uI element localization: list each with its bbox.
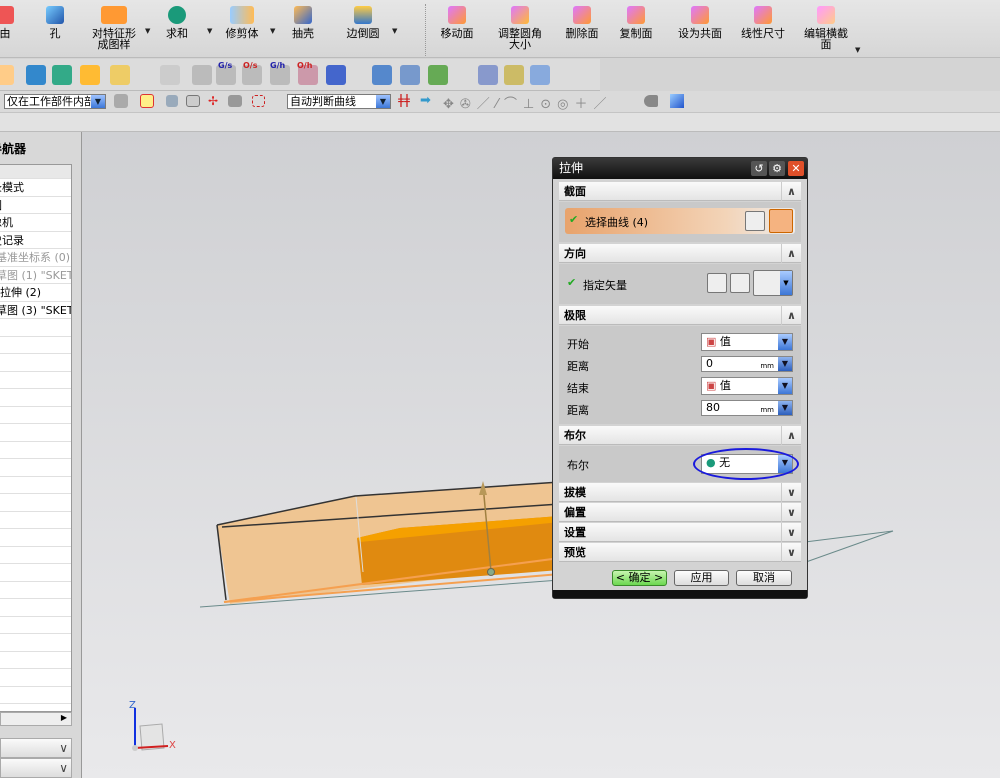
chevron-down-icon: ∨ xyxy=(781,483,801,502)
arrow-down-icon[interactable]: ▼ xyxy=(778,357,792,371)
vector-dialog-icon[interactable] xyxy=(730,273,750,293)
distance-label: 距离 xyxy=(567,404,589,417)
datum-edge xyxy=(804,530,894,543)
cube-icon: ▣ xyxy=(706,379,717,392)
chevron-down-icon: ∨ xyxy=(781,503,801,522)
chevron-down-icon: ▼ xyxy=(780,271,792,295)
ok-button[interactable]: < 确定 > xyxy=(612,570,667,586)
section-header-limits[interactable]: 极限 ∧ xyxy=(559,306,801,325)
distance-label: 距离 xyxy=(567,360,589,373)
curve-select-icon[interactable] xyxy=(769,209,793,233)
vector-origin-handle xyxy=(487,568,495,576)
select-curve-label: 选择曲线 (4) xyxy=(585,216,649,229)
section-title: 设置 xyxy=(564,526,586,539)
chevron-down-icon: ▼ xyxy=(778,378,792,394)
end-label: 结束 xyxy=(567,382,589,395)
section-title: 拔模 xyxy=(564,486,586,499)
gear-icon[interactable]: ⚙ xyxy=(769,161,785,176)
section-header-offset[interactable]: 偏置 ∨ xyxy=(559,503,801,522)
start-value: 值 xyxy=(719,335,731,348)
chevron-down-icon: ∨ xyxy=(781,543,801,562)
direction-body: ✔ 指定矢量 ▼ xyxy=(559,264,801,304)
limits-body: 开始 ▣ 值 ▼ 距离 0 mm ▼ 结束 ▣ 值 ▼ 距离 80 mm ▼ xyxy=(559,326,801,424)
sketch-section-icon[interactable] xyxy=(745,211,765,231)
section-title: 预览 xyxy=(564,546,586,559)
apply-button[interactable]: 应用 xyxy=(674,570,729,586)
section-header-direction[interactable]: 方向 ∧ xyxy=(559,244,801,263)
z-axis-label: Z xyxy=(129,700,136,711)
section-header-preview[interactable]: 预览 ∨ xyxy=(559,543,801,562)
chevron-down-icon: ∨ xyxy=(781,523,801,542)
section-title: 极限 xyxy=(564,309,586,322)
cancel-button[interactable]: 取消 xyxy=(736,570,792,586)
arrow-down-icon[interactable]: ▼ xyxy=(778,401,792,415)
chevron-up-icon: ∧ xyxy=(781,244,801,263)
checkmark-icon: ✔ xyxy=(569,213,579,226)
reverse-direction-icon[interactable] xyxy=(707,273,727,293)
section-header-section[interactable]: 截面 ∧ xyxy=(559,182,801,201)
section-header-boolean[interactable]: 布尔 ∧ xyxy=(559,426,801,445)
dialog-title: 拉伸 xyxy=(559,161,584,175)
unit-label: mm xyxy=(760,362,774,370)
chevron-up-icon: ∧ xyxy=(781,182,801,201)
annotation-circle xyxy=(693,448,799,480)
start-label: 开始 xyxy=(567,338,589,351)
start-type-select[interactable]: ▣ 值 ▼ xyxy=(701,333,793,351)
section-title: 截面 xyxy=(564,185,586,198)
reset-icon[interactable]: ↺ xyxy=(751,161,767,176)
end-distance-input[interactable]: 80 mm ▼ xyxy=(701,400,793,416)
select-curve-row[interactable]: ✔ 选择曲线 (4) xyxy=(565,208,795,234)
end-value: 值 xyxy=(719,379,731,392)
x-axis-label: X xyxy=(169,740,176,751)
unit-label: mm xyxy=(760,406,774,414)
end-type-select[interactable]: ▣ 值 ▼ xyxy=(701,377,793,395)
start-distance-input[interactable]: 0 mm ▼ xyxy=(701,356,793,372)
dialog-title-bar[interactable]: 拉伸 ↺ ⚙ ✕ xyxy=(553,158,807,179)
model-geometry xyxy=(132,481,894,751)
chevron-up-icon: ∧ xyxy=(781,426,801,445)
section-title: 布尔 xyxy=(564,429,586,442)
checkmark-icon: ✔ xyxy=(567,276,577,289)
cube-icon: ▣ xyxy=(706,335,717,348)
triad-origin xyxy=(132,745,138,751)
section-title: 方向 xyxy=(564,247,586,260)
chevron-down-icon: ▼ xyxy=(778,334,792,350)
boolean-label: 布尔 xyxy=(567,459,589,472)
end-distance-value: 80 xyxy=(706,401,720,414)
section-title: 偏置 xyxy=(564,506,586,519)
specify-vector-label: 指定矢量 xyxy=(583,279,627,292)
section-body: ✔ 选择曲线 (4) xyxy=(559,202,801,242)
section-header-settings[interactable]: 设置 ∨ xyxy=(559,523,801,542)
extrude-dialog: 拉伸 ↺ ⚙ ✕ 截面 ∧ ✔ 选择曲线 (4) 方向 ∧ ✔ 指定矢量 ▼ 极限 ∧… xyxy=(552,157,808,599)
start-distance-value: 0 xyxy=(706,357,713,370)
chevron-up-icon: ∧ xyxy=(781,306,801,325)
vector-type-select[interactable]: ▼ xyxy=(753,270,793,296)
dialog-bottom-bar xyxy=(553,590,807,598)
section-header-draft[interactable]: 拔模 ∨ xyxy=(559,483,801,502)
close-icon[interactable]: ✕ xyxy=(788,161,804,176)
datum-edge xyxy=(805,530,894,563)
boolean-body: 布尔 ● 无 ▼ xyxy=(559,446,801,482)
